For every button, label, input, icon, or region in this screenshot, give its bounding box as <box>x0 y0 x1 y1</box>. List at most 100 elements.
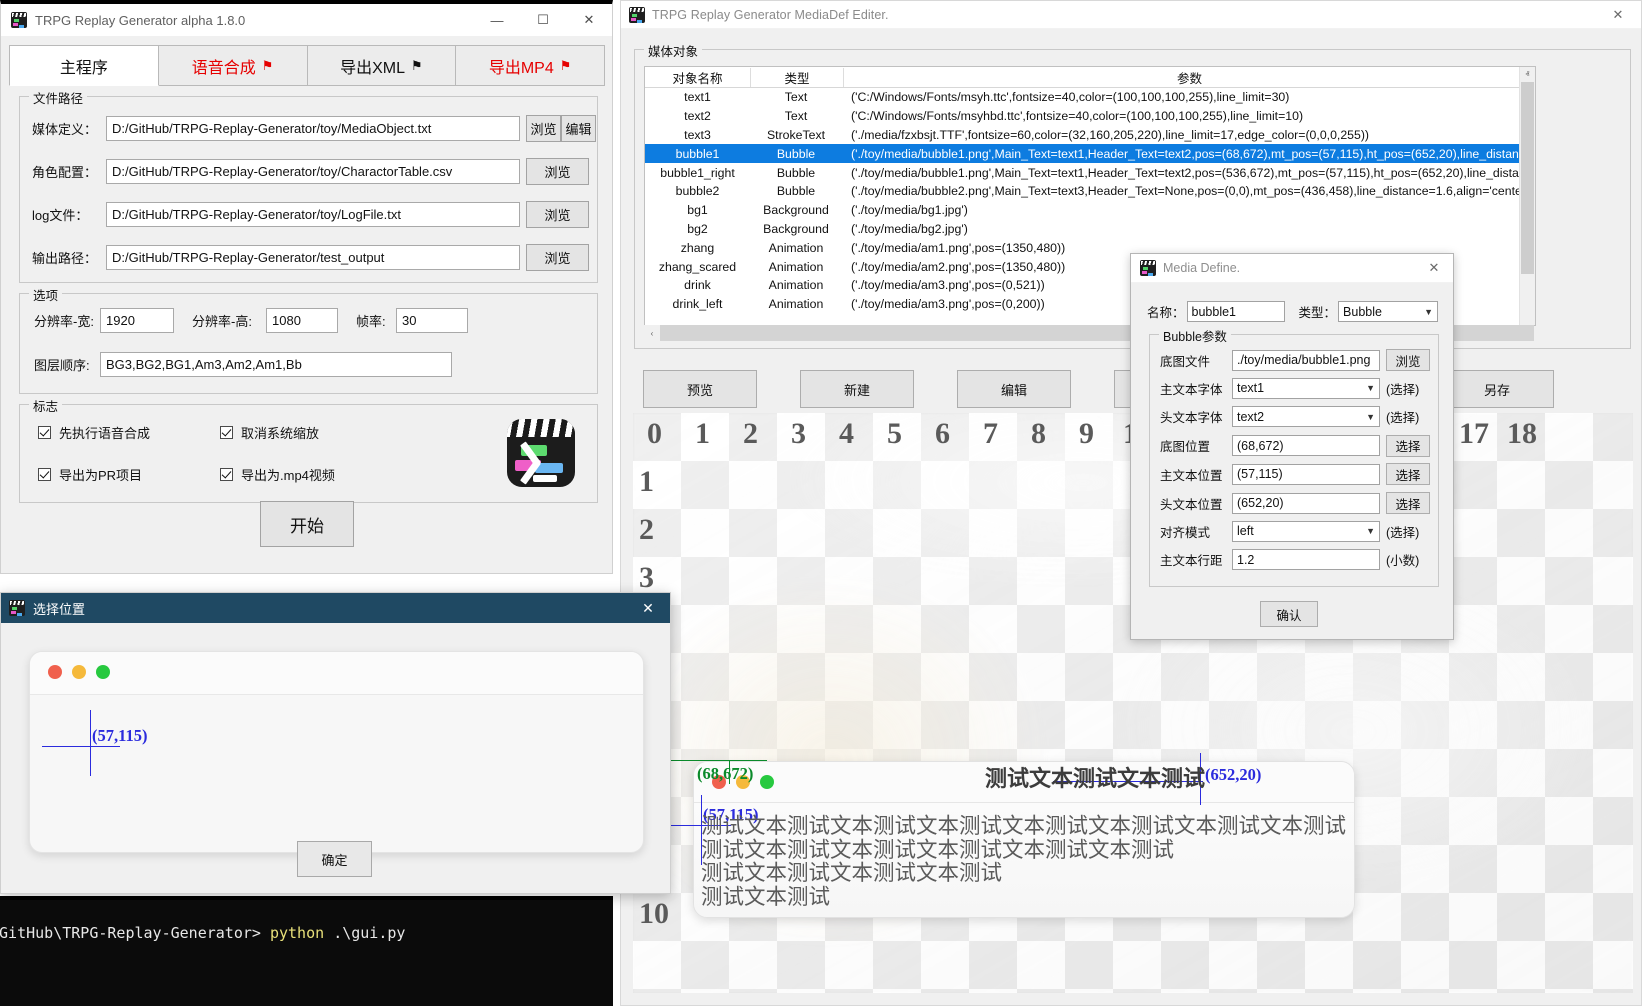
pick-position-ok-button[interactable]: 确定 <box>297 841 372 877</box>
close-icon[interactable]: ✕ <box>626 593 670 623</box>
param-row: 头文本字体 text2 ▼ (选择) <box>1160 406 1419 427</box>
close-icon[interactable]: ✕ <box>1595 1 1641 28</box>
param-input[interactable] <box>1232 549 1380 570</box>
param-button[interactable]: 选择 <box>1386 463 1430 485</box>
marker-header-text-pos-label: (652,20) <box>1205 765 1261 785</box>
tab-2[interactable]: 语音合成 ⚑ <box>159 45 308 86</box>
preview-button[interactable]: 预览 <box>643 370 757 408</box>
save-as-button[interactable]: 另存 <box>1440 370 1554 408</box>
table-row[interactable]: bubble2 Bubble ('./toy/media/bubble2.png',… <box>645 182 1535 201</box>
flag-checkbox-row-1[interactable]: 先执行语音合成 <box>38 423 150 442</box>
param-input[interactable] <box>1232 464 1380 485</box>
name-input[interactable] <box>1187 301 1285 322</box>
marker-bubble-pos: (68,672) <box>671 748 791 784</box>
file-path-input[interactable] <box>106 116 520 141</box>
type-select[interactable]: Bubble ▼ <box>1338 301 1438 322</box>
browse-button[interactable]: 浏览 <box>526 115 561 142</box>
cell-object-name: bg2 <box>645 222 750 236</box>
cell-object-type: Bubble <box>750 184 842 198</box>
table-row[interactable]: bg2 Background ('./toy/media/bg2.jpg') <box>645 220 1535 239</box>
ruler-x-tick: 3 <box>791 417 806 451</box>
app-logo-icon <box>507 419 575 487</box>
scroll-up-icon[interactable]: ⱏ <box>1520 67 1535 82</box>
param-select-value: text2 <box>1237 410 1264 424</box>
start-button[interactable]: 开始 <box>260 501 354 547</box>
cell-object-name: bubble2 <box>645 184 750 198</box>
tab-label: 导出MP4 <box>489 54 554 78</box>
minimize-button[interactable]: — <box>474 4 520 36</box>
param-label: 底图文件 <box>1160 351 1230 370</box>
param-row: 头文本位置 选择 <box>1160 492 1430 514</box>
param-select[interactable]: text1 ▼ <box>1232 378 1380 399</box>
file-path-input[interactable] <box>106 159 520 184</box>
flag-checkbox-row-2[interactable]: 取消系统缩放 <box>220 423 319 442</box>
param-select[interactable]: text2 ▼ <box>1232 406 1380 427</box>
mediadef-title: TRPG Replay Generator MediaDef Editer. <box>652 8 889 22</box>
cell-object-param: ('./toy/media/bubble2.png',Main_Text=tex… <box>842 184 1535 198</box>
tab-1[interactable]: 主程序 <box>9 45 159 86</box>
cell-object-param: ('./toy/media/bg1.jpg') <box>842 203 1535 217</box>
flag-label-voice-synth: 先执行语音合成 <box>59 423 150 442</box>
table-row[interactable]: text3 StrokeText ('./media/fzxbsjt.TTF',fo… <box>645 126 1535 145</box>
terminal-window[interactable]: \GitHub\TRPG-Replay-Generator> python .\… <box>0 896 613 1006</box>
table-row[interactable]: text2 Text ('C:/Windows/Fonts/msyhbd.ttc',… <box>645 107 1535 126</box>
file-path-row: 媒体定义：浏览编辑 <box>32 115 596 142</box>
flag-checkbox-row-3[interactable]: 导出为PR项目 <box>38 465 142 484</box>
cell-object-type: Bubble <box>750 147 842 161</box>
maximize-button[interactable]: ☐ <box>520 4 566 36</box>
checkbox-cancel-dpi-scaling[interactable] <box>220 426 233 439</box>
cell-object-type: Bubble <box>750 166 842 180</box>
checkbox-export-mp4[interactable] <box>220 468 233 481</box>
flags-group: 标志 先执行语音合成 取消系统缩放 导出为PR项目 导出为.mp4视频 <box>19 404 598 503</box>
cell-object-type: Background <box>750 222 842 236</box>
ruler-x-tick: 9 <box>1079 417 1094 451</box>
scroll-left-icon[interactable]: ‹ <box>644 329 660 338</box>
param-button[interactable]: 浏览 <box>1386 349 1430 371</box>
param-select[interactable]: left ▼ <box>1232 521 1380 542</box>
cell-object-name: zhang_scared <box>645 260 750 274</box>
cell-object-name: text1 <box>645 90 750 104</box>
table-row[interactable]: bubble1 Bubble ('./toy/media/bubble1.png',… <box>645 144 1535 163</box>
name-row: 名称： 类型： Bubble ▼ <box>1147 301 1438 322</box>
file-path-input[interactable] <box>106 245 520 270</box>
close-button[interactable]: ✕ <box>566 4 612 36</box>
table-vertical-scrollbar[interactable]: ⱏ ⱟ <box>1519 67 1535 325</box>
tab-4[interactable]: 导出MP4 ⚑ <box>456 45 605 86</box>
pick-position-canvas[interactable]: (57,115) <box>29 651 644 853</box>
browse-button[interactable]: 编辑 <box>561 115 596 142</box>
param-button[interactable]: 选择 <box>1386 435 1430 457</box>
chevron-down-icon: ▼ <box>1366 526 1375 536</box>
browse-button[interactable]: 浏览 <box>526 244 589 271</box>
width-input[interactable] <box>100 308 174 333</box>
param-button[interactable]: 选择 <box>1386 492 1430 514</box>
fps-input[interactable] <box>396 308 468 333</box>
tab-3[interactable]: 导出XML ⚑ <box>308 45 457 86</box>
browse-button[interactable]: 浏览 <box>526 201 589 228</box>
param-input[interactable] <box>1232 435 1380 456</box>
table-row[interactable]: bg1 Background ('./toy/media/bg1.jpg') <box>645 201 1535 220</box>
window-controls: — ☐ ✕ <box>474 4 612 36</box>
edit-button[interactable]: 编辑 <box>957 370 1071 408</box>
param-row: 底图位置 选择 <box>1160 435 1430 457</box>
new-button[interactable]: 新建 <box>800 370 914 408</box>
cell-object-type: Text <box>750 109 842 123</box>
close-icon[interactable]: ✕ <box>1415 255 1453 282</box>
checkbox-voice-synth[interactable] <box>38 426 51 439</box>
table-row[interactable]: bubble1_right Bubble ('./toy/media/bubble1… <box>645 163 1535 182</box>
table-row[interactable]: text1 Text ('C:/Windows/Fonts/msyh.ttc',fo… <box>645 88 1535 107</box>
pick-position-marker: (57,115) <box>42 710 202 776</box>
scroll-thumb[interactable] <box>1521 82 1534 274</box>
param-input[interactable] <box>1232 350 1380 371</box>
param-input[interactable] <box>1232 493 1380 514</box>
file-path-row: log文件：浏览 <box>32 201 589 228</box>
flag-checkbox-row-4[interactable]: 导出为.mp4视频 <box>220 465 335 484</box>
file-path-input[interactable] <box>106 202 520 227</box>
height-input[interactable] <box>266 308 338 333</box>
confirm-button[interactable]: 确认 <box>1260 601 1318 627</box>
cell-object-name: bg1 <box>645 203 750 217</box>
browse-button[interactable]: 浏览 <box>526 158 589 185</box>
layer-order-row: 图层顺序: <box>34 352 452 377</box>
checkbox-export-pr[interactable] <box>38 468 51 481</box>
layer-order-input[interactable] <box>100 352 452 377</box>
scroll-down-icon[interactable]: ⱟ <box>1520 310 1535 325</box>
